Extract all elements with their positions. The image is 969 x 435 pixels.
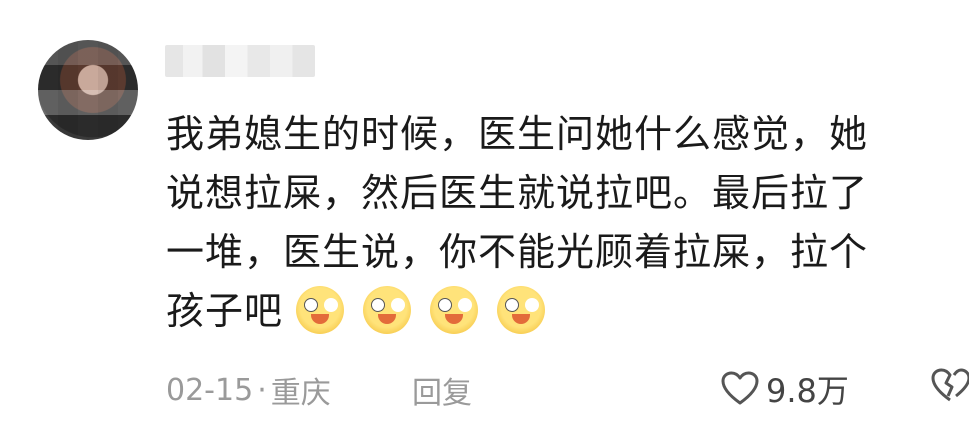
reply-button[interactable]: 回复 <box>412 368 472 412</box>
crying-laughing-emoji-icon <box>363 286 412 334</box>
comment-date: 02-15 <box>166 372 254 408</box>
heart-outline-icon <box>721 371 759 405</box>
comment-line-4: 孩子吧 <box>166 282 956 341</box>
comment-location: 重庆 <box>270 376 331 411</box>
crying-laughing-emoji-icon <box>430 286 479 334</box>
avatar[interactable] <box>38 40 138 140</box>
like-count: 9.8万 <box>766 372 849 410</box>
comment-meta: 02-15 · 重庆 <box>166 368 331 412</box>
meta-separator: · <box>257 372 267 408</box>
comment-line-1: 我弟媳生的时候，医生问她什么感觉，她 <box>166 112 869 156</box>
like-button[interactable]: 9.8万 <box>720 366 849 412</box>
username-blurred[interactable] <box>165 45 315 77</box>
comment-line-4-text: 孩子吧 <box>166 289 284 333</box>
crying-laughing-emoji-icon <box>296 286 345 334</box>
comment-line-3: 一堆，医生说，你不能光顾着拉屎，拉个 <box>166 230 869 274</box>
crying-laughing-emoji-icon <box>497 286 546 334</box>
comment-text: 我弟媳生的时候，医生问她什么感觉，她 说想拉屎，然后医生就说拉吧。最后拉了 一堆… <box>166 105 956 341</box>
comment-line-2: 说想拉屎，然后医生就说拉吧。最后拉了 <box>166 171 869 215</box>
broken-heart-icon[interactable] <box>930 366 969 406</box>
